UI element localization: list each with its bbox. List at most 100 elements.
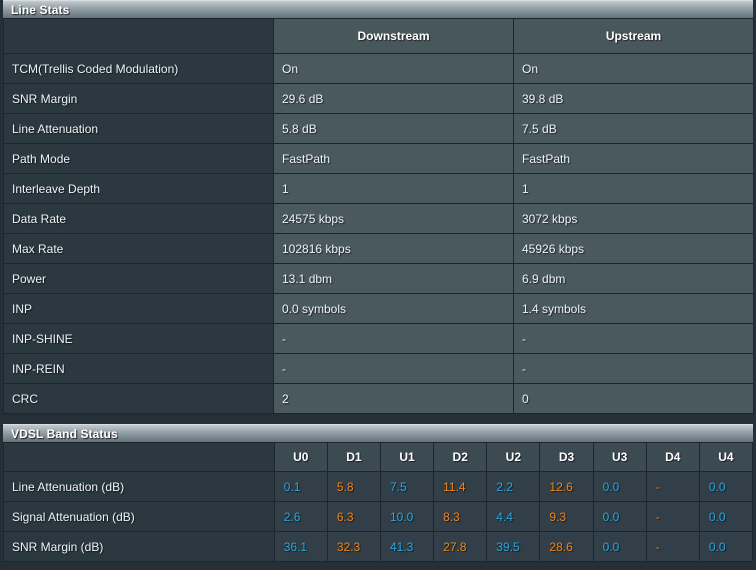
band-value-u4: 0.0 (698, 501, 754, 532)
row-label: Line Attenuation (3, 113, 274, 144)
band-value-d4: - (645, 501, 700, 532)
band-value-u2: 4.4 (486, 501, 541, 532)
table-row: SNR Margin 29.6 dB 39.8 dB (3, 83, 754, 114)
row-downstream-value: 5.8 dB (273, 113, 514, 144)
table-row: Path Mode FastPath FastPath (3, 143, 754, 174)
band-value-d4: - (645, 471, 700, 502)
row-upstream-value: - (513, 323, 754, 354)
band-value-u1: 7.5 (379, 471, 435, 502)
row-downstream-value: 29.6 dB (273, 83, 514, 114)
band-header-u2: U2 (486, 442, 541, 472)
row-label: Max Rate (3, 233, 274, 264)
row-label: Signal Attenuation (dB) (3, 501, 275, 532)
row-upstream-value: 3072 kbps (513, 203, 754, 234)
band-value-u3: 0.0 (592, 471, 647, 502)
row-upstream-value: 6.9 dbm (513, 263, 754, 294)
band-value-d2: 11.4 (433, 471, 488, 502)
line-stats-header-blank (3, 18, 274, 54)
row-label: INP (3, 293, 274, 324)
page-bottom-padding (0, 562, 756, 565)
band-value-u2: 39.5 (486, 531, 541, 562)
row-upstream-value: - (513, 353, 754, 384)
band-value-u3: 0.0 (592, 501, 647, 532)
band-header-d3: D3 (539, 442, 594, 472)
line-stats-header-row: Downstream Upstream (3, 18, 754, 54)
row-downstream-value: 1 (273, 173, 514, 204)
row-label: INP-SHINE (3, 323, 274, 354)
row-downstream-value: 24575 kbps (273, 203, 514, 234)
band-value-d3: 28.6 (539, 531, 594, 562)
line-stats-panel-title: Line Stats (3, 0, 753, 18)
row-upstream-value: FastPath (513, 143, 754, 174)
table-row: Data Rate 24575 kbps 3072 kbps (3, 203, 754, 234)
vdsl-band-status-panel-title: VDSL Band Status (3, 424, 753, 442)
band-header-u0: U0 (273, 442, 328, 472)
vdsl-band-status-table-body: Line Attenuation (dB) 0.1 5.8 7.5 11.4 2… (3, 471, 754, 562)
row-downstream-value: On (273, 53, 514, 84)
table-row: Line Attenuation 5.8 dB 7.5 dB (3, 113, 754, 144)
table-row: INP-SHINE - - (3, 323, 754, 354)
band-value-u0: 0.1 (273, 471, 328, 502)
row-downstream-value: 2 (273, 383, 514, 414)
row-upstream-value: 0 (513, 383, 754, 414)
vdsl-band-status-table: U0 D1 U1 D2 U2 D3 U3 D4 U4 Line Attenuat… (3, 442, 754, 562)
row-label: Line Attenuation (dB) (3, 471, 275, 502)
row-label: TCM(Trellis Coded Modulation) (3, 53, 274, 84)
band-header-u4: U4 (698, 442, 754, 472)
row-upstream-value: 7.5 dB (513, 113, 754, 144)
row-downstream-value: 0.0 symbols (273, 293, 514, 324)
table-row: Line Attenuation (dB) 0.1 5.8 7.5 11.4 2… (3, 471, 754, 502)
band-value-d3: 9.3 (539, 501, 594, 532)
table-row: Interleave Depth 1 1 (3, 173, 754, 204)
band-header-u1: U1 (379, 442, 435, 472)
router-status-page: Line Stats Downstream Upstream TCM(Trell… (0, 0, 756, 570)
row-downstream-value: 13.1 dbm (273, 263, 514, 294)
band-value-d2: 8.3 (433, 501, 488, 532)
row-downstream-value: 102816 kbps (273, 233, 514, 264)
band-value-u0: 36.1 (273, 531, 328, 562)
row-label: SNR Margin (dB) (3, 531, 275, 562)
table-row: Max Rate 102816 kbps 45926 kbps (3, 233, 754, 264)
table-row: CRC 2 0 (3, 383, 754, 414)
row-label: Path Mode (3, 143, 274, 174)
row-upstream-value: 39.8 dB (513, 83, 754, 114)
row-downstream-value: FastPath (273, 143, 514, 174)
table-row: Power 13.1 dbm 6.9 dbm (3, 263, 754, 294)
line-stats-table: Downstream Upstream TCM(Trellis Coded Mo… (3, 18, 754, 414)
line-stats-header-upstream: Upstream (513, 18, 754, 54)
band-value-d2: 27.8 (433, 531, 488, 562)
line-stats-panel: Line Stats Downstream Upstream TCM(Trell… (0, 0, 756, 414)
band-value-d4: - (645, 531, 700, 562)
band-value-d1: 6.3 (326, 501, 382, 532)
band-value-u3: 0.0 (592, 531, 647, 562)
table-row: INP 0.0 symbols 1.4 symbols (3, 293, 754, 324)
row-label: INP-REIN (3, 353, 274, 384)
band-value-u4: 0.0 (698, 471, 754, 502)
table-row: INP-REIN - - (3, 353, 754, 384)
vdsl-band-header-row: U0 D1 U1 D2 U2 D3 U3 D4 U4 (3, 442, 754, 472)
band-header-d4: D4 (645, 442, 700, 472)
row-label: Power (3, 263, 274, 294)
row-downstream-value: - (273, 323, 514, 354)
row-upstream-value: 1 (513, 173, 754, 204)
line-stats-header-downstream: Downstream (273, 18, 514, 54)
vdsl-band-status-table-head: U0 D1 U1 D2 U2 D3 U3 D4 U4 (3, 442, 754, 472)
row-upstream-value: 45926 kbps (513, 233, 754, 264)
row-label: Interleave Depth (3, 173, 274, 204)
line-stats-table-body: TCM(Trellis Coded Modulation) On On SNR … (3, 53, 754, 414)
vdsl-band-header-blank (3, 442, 275, 472)
band-value-u0: 2.6 (273, 501, 328, 532)
row-label: CRC (3, 383, 274, 414)
table-row: Signal Attenuation (dB) 2.6 6.3 10.0 8.3… (3, 501, 754, 532)
band-value-d3: 12.6 (539, 471, 594, 502)
band-value-d1: 5.8 (326, 471, 382, 502)
row-label: Data Rate (3, 203, 274, 234)
band-value-u2: 2.2 (486, 471, 541, 502)
row-downstream-value: - (273, 353, 514, 384)
table-row: TCM(Trellis Coded Modulation) On On (3, 53, 754, 84)
band-value-u1: 10.0 (379, 501, 435, 532)
vdsl-band-status-panel: VDSL Band Status U0 D1 U1 D2 U2 D3 U3 D4… (0, 424, 756, 562)
band-value-d1: 32.3 (326, 531, 382, 562)
band-header-d2: D2 (433, 442, 488, 472)
row-upstream-value: On (513, 53, 754, 84)
